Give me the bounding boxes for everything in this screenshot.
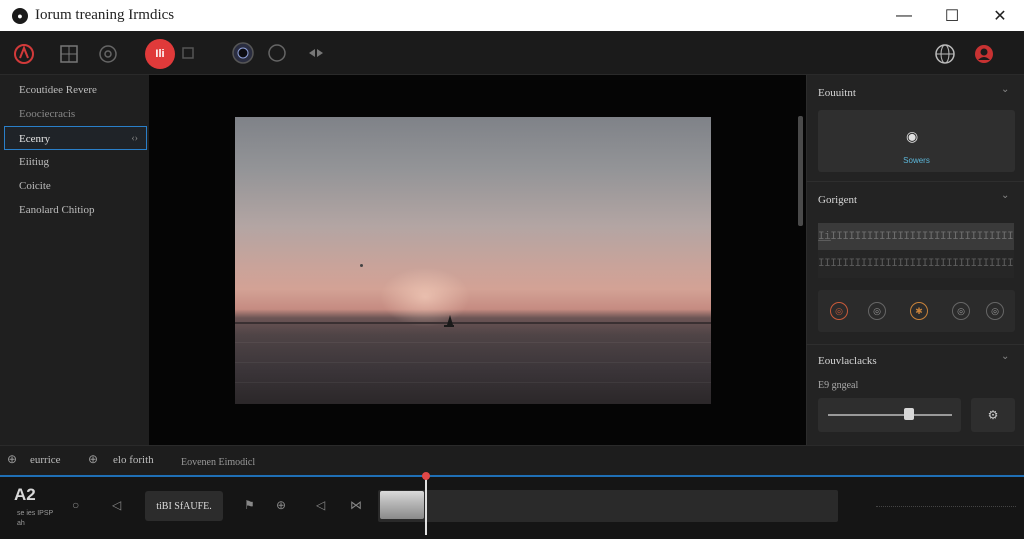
rewind-icon[interactable]: ◁ bbox=[112, 498, 121, 512]
webcam-icon[interactable] bbox=[230, 40, 256, 66]
audio-waveform-2[interactable]: IIIIIIIIIIIIIIIIIIIIIIIIIIIIIIII bbox=[818, 250, 1014, 278]
camera-lens-icon: ● bbox=[12, 7, 28, 24]
grid-icon[interactable] bbox=[58, 43, 80, 65]
circle-icon[interactable]: ○ bbox=[72, 498, 79, 512]
timeline-end-dots bbox=[876, 506, 1016, 507]
gear-icon: ⚙ bbox=[987, 408, 999, 422]
status-label-right: Eovenen Eimodicl bbox=[181, 457, 256, 468]
scene-button[interactable]: tiBI SfAUFE. bbox=[145, 491, 223, 521]
fx-icon-3[interactable]: ✱ bbox=[910, 302, 928, 320]
chevron-down-icon[interactable]: ⌄ bbox=[1001, 351, 1009, 362]
water-line bbox=[235, 362, 711, 363]
settings-icon[interactable] bbox=[96, 42, 120, 66]
flag-icon[interactable]: ⚑ bbox=[244, 498, 255, 512]
fx-strip: ◎ ◎ ✱ ◎ ◎ bbox=[818, 290, 1015, 332]
boat-hull bbox=[444, 325, 454, 327]
timecode-line: se ies IPSP bbox=[17, 510, 54, 517]
window-controls: — ☐ ✕ bbox=[880, 0, 1024, 31]
close-button[interactable]: ✕ bbox=[976, 0, 1024, 31]
transition-icon[interactable] bbox=[306, 44, 326, 62]
status-label-mid[interactable]: elo forith bbox=[113, 454, 154, 466]
globe-icon[interactable] bbox=[933, 42, 957, 66]
profile-icon[interactable] bbox=[972, 42, 996, 66]
maximize-button[interactable]: ☐ bbox=[928, 0, 976, 31]
playhead-handle[interactable] bbox=[422, 472, 430, 480]
plus-circle-icon[interactable]: ⊕ bbox=[88, 452, 98, 466]
title-bar: ● Iorum treaning Irmdics — ☐ ✕ bbox=[0, 0, 1024, 31]
transition-icon[interactable]: ⋈ bbox=[350, 498, 362, 512]
timecode-sub: se ies IPSP ah bbox=[17, 509, 53, 529]
source-card[interactable]: ◉ Sowers bbox=[818, 110, 1015, 172]
sidebar-item-3[interactable]: Eiitiug bbox=[4, 150, 147, 174]
divider bbox=[806, 344, 1024, 345]
timecode-line: ah bbox=[17, 520, 25, 527]
section-title-transitions: Eouvlaclacks bbox=[818, 355, 877, 367]
divider bbox=[806, 181, 1024, 182]
sidebar-item-label: Ecenry bbox=[19, 133, 51, 145]
sidebar-item-4[interactable]: Coicite bbox=[4, 174, 147, 198]
fx-icon-4[interactable]: ◎ bbox=[952, 302, 970, 320]
preview-image bbox=[235, 117, 711, 404]
water-line bbox=[235, 382, 711, 383]
globe-icon[interactable]: ⊕ bbox=[276, 498, 286, 512]
boat-sail bbox=[447, 315, 453, 325]
chevron-icon: ‹› bbox=[131, 133, 138, 144]
slider-thumb[interactable] bbox=[904, 408, 914, 420]
water-line bbox=[235, 342, 711, 343]
sidebar-item-5[interactable]: Eanolard Chitiop bbox=[4, 198, 147, 222]
audio-waveform-1[interactable]: I̲i̲IIIIIIIIIIIIIIIIIIIIIIIIIIIIII bbox=[818, 223, 1014, 251]
app-title: Iorum treaning Irmdics bbox=[35, 7, 175, 23]
fx-icon-5[interactable]: ◎ bbox=[986, 302, 1004, 320]
preview-scrollbar[interactable] bbox=[798, 116, 803, 226]
sidebar-item-0[interactable]: Ecoutidee Revere bbox=[4, 78, 147, 102]
chevron-down-icon[interactable]: ⌄ bbox=[1001, 190, 1009, 201]
bird bbox=[360, 264, 363, 267]
record-button[interactable]: Ili bbox=[145, 39, 175, 69]
brand-icon[interactable] bbox=[12, 42, 36, 66]
fx-icon-1[interactable]: ◎ bbox=[830, 302, 848, 320]
section-title-audio: Gorigent bbox=[818, 194, 858, 206]
timeline-track[interactable] bbox=[378, 490, 838, 522]
section-subtitle: E9 gngeal bbox=[818, 380, 859, 391]
sun-glow bbox=[380, 267, 470, 327]
sidebar-item-2[interactable]: Ecenry ‹› bbox=[4, 126, 147, 150]
back-icon[interactable]: ◁ bbox=[316, 498, 325, 512]
timecode: A2 bbox=[14, 485, 36, 504]
playhead[interactable] bbox=[425, 475, 427, 535]
section-title-sources: Eouuitnt bbox=[818, 87, 856, 99]
audio-settings-button[interactable]: ⚙ bbox=[971, 398, 1015, 432]
source-label: Sowers bbox=[903, 156, 930, 165]
stop-icon[interactable] bbox=[180, 45, 196, 61]
horizon-line bbox=[235, 322, 711, 324]
sidebar-item-1[interactable]: Eoociecracis bbox=[4, 102, 147, 126]
volume-slider[interactable] bbox=[818, 398, 961, 432]
minimize-button[interactable]: — bbox=[880, 0, 928, 31]
timeline-clip[interactable] bbox=[380, 491, 424, 519]
plus-circle-icon[interactable]: ⊕ bbox=[7, 452, 17, 466]
chevron-down-icon[interactable]: ⌄ bbox=[1001, 84, 1009, 95]
status-label-left[interactable]: eurrice bbox=[30, 454, 61, 466]
circle-icon[interactable] bbox=[266, 42, 288, 64]
eye-icon: ◉ bbox=[906, 128, 919, 144]
slider-track bbox=[828, 414, 952, 416]
fx-icon-2[interactable]: ◎ bbox=[868, 302, 886, 320]
